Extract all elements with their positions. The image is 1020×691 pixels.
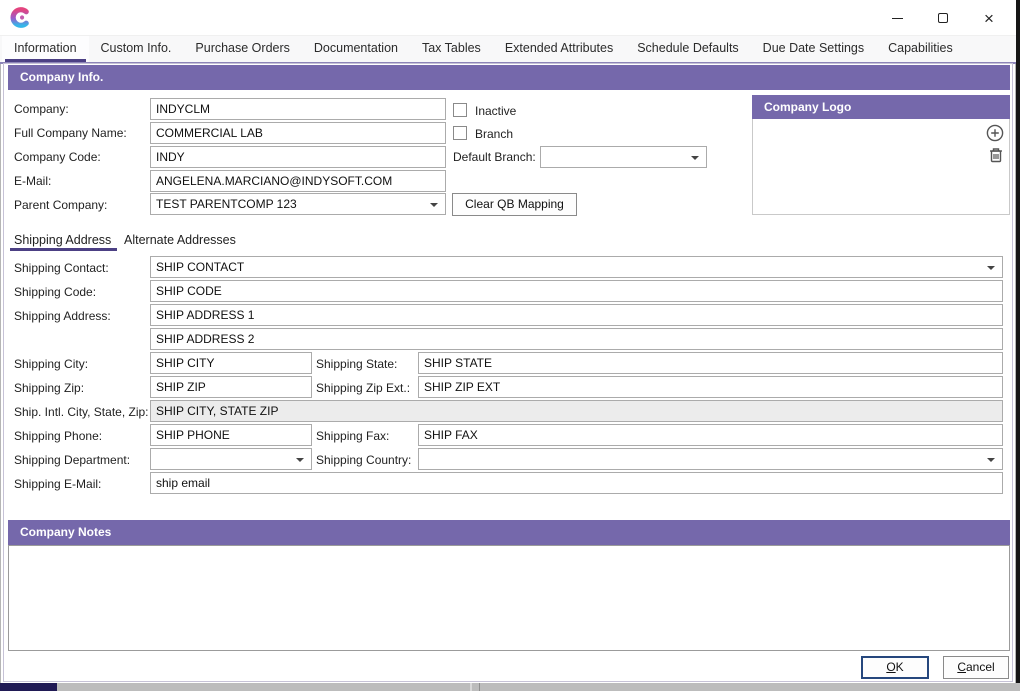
company-label: Company: <box>14 102 69 116</box>
clear-qb-mapping-button[interactable]: Clear QB Mapping <box>452 193 577 216</box>
default-branch-combobox[interactable] <box>540 146 707 168</box>
shipping-city-label: Shipping City: <box>14 357 88 371</box>
full-company-name-input[interactable] <box>150 122 446 144</box>
shipping-zip-ext-label: Shipping Zip Ext.: <box>316 381 410 395</box>
shipping-country-combobox[interactable] <box>418 448 1003 470</box>
taskbar-separator <box>479 683 480 691</box>
tab-schedule-defaults[interactable]: Schedule Defaults <box>625 36 750 62</box>
tab-custom-info[interactable]: Custom Info. <box>89 36 184 62</box>
full-company-name-label: Full Company Name: <box>14 126 127 140</box>
maximize-icon <box>938 13 948 23</box>
ship-intl-label: Ship. Intl. City, State, Zip: <box>14 405 149 419</box>
shipping-address-label: Shipping Address: <box>14 309 111 323</box>
chevron-down-icon <box>296 458 304 462</box>
screen-edge <box>1016 0 1020 683</box>
taskbar-strip[interactable] <box>0 683 1020 691</box>
tab-extended-attributes[interactable]: Extended Attributes <box>493 36 625 62</box>
subtab-underline <box>10 248 117 251</box>
tab-documentation[interactable]: Documentation <box>302 36 410 62</box>
company-logo-header: Company Logo <box>752 95 1010 119</box>
default-branch-label: Default Branch: <box>453 150 536 164</box>
parent-company-value: TEST PARENTCOMP 123 <box>156 197 297 211</box>
taskbar-accent <box>0 683 57 691</box>
shipping-address2-input[interactable] <box>150 328 1003 350</box>
parent-company-label: Parent Company: <box>14 198 107 212</box>
company-info-header: Company Info. <box>8 65 1010 90</box>
shipping-code-label: Shipping Code: <box>14 285 96 299</box>
shipping-department-label: Shipping Department: <box>14 453 130 467</box>
shipping-department-combobox[interactable] <box>150 448 312 470</box>
close-icon: × <box>984 10 994 27</box>
minimize-button[interactable] <box>874 0 920 36</box>
company-logo-panel <box>752 119 1010 215</box>
chevron-down-icon <box>987 266 995 270</box>
tab-purchase-orders[interactable]: Purchase Orders <box>183 36 301 62</box>
company-notes-input[interactable] <box>8 545 1010 651</box>
shipping-address1-input[interactable] <box>150 304 1003 326</box>
email-label: E-Mail: <box>14 174 51 188</box>
shipping-code-input[interactable] <box>150 280 1003 302</box>
shipping-contact-combobox[interactable]: SHIP CONTACT <box>150 256 1003 278</box>
shipping-fax-label: Shipping Fax: <box>316 429 389 443</box>
cancel-rest: ancel <box>966 660 995 674</box>
tab-information[interactable]: Information <box>2 36 89 62</box>
ok-key: O <box>886 660 895 674</box>
shipping-country-label: Shipping Country: <box>316 453 411 467</box>
branch-label: Branch <box>475 127 513 141</box>
tab-tax-tables[interactable]: Tax Tables <box>410 36 493 62</box>
ok-rest: K <box>896 660 904 674</box>
shipping-state-input[interactable] <box>418 352 1003 374</box>
shipping-zip-ext-input[interactable] <box>418 376 1003 398</box>
company-notes-header: Company Notes <box>8 520 1010 545</box>
add-logo-button[interactable] <box>986 124 1004 142</box>
taskbar-separator <box>470 683 472 691</box>
cancel-key: C <box>957 660 966 674</box>
maximize-button[interactable] <box>920 0 966 36</box>
app-logo-icon <box>8 5 33 30</box>
shipping-zip-label: Shipping Zip: <box>14 381 84 395</box>
shipping-phone-input[interactable] <box>150 424 312 446</box>
window-border-left <box>0 36 1 683</box>
company-input[interactable] <box>150 98 446 120</box>
ok-button[interactable]: OK <box>861 656 929 679</box>
inactive-label: Inactive <box>475 104 516 118</box>
shipping-phone-label: Shipping Phone: <box>14 429 102 443</box>
company-code-input[interactable] <box>150 146 446 168</box>
shipping-email-label: Shipping E-Mail: <box>14 477 101 491</box>
shipping-state-label: Shipping State: <box>316 357 397 371</box>
chevron-down-icon <box>987 458 995 462</box>
shipping-email-input[interactable] <box>150 472 1003 494</box>
shipping-contact-value: SHIP CONTACT <box>156 260 244 274</box>
branch-checkbox[interactable] <box>453 126 467 140</box>
titlebar: × <box>0 0 1016 36</box>
chevron-down-icon <box>691 156 699 160</box>
window-controls: × <box>874 0 1012 36</box>
shipping-contact-label: Shipping Contact: <box>14 261 109 275</box>
main-tabstrip: Information Custom Info. Purchase Orders… <box>0 36 1016 62</box>
delete-logo-button[interactable] <box>987 146 1005 164</box>
chevron-down-icon <box>430 203 438 207</box>
shipping-fax-input[interactable] <box>418 424 1003 446</box>
tab-due-date-settings[interactable]: Due Date Settings <box>751 36 876 62</box>
close-button[interactable]: × <box>966 0 1012 36</box>
window-border-right <box>1015 36 1016 683</box>
parent-company-combobox[interactable]: TEST PARENTCOMP 123 <box>150 193 446 215</box>
company-code-label: Company Code: <box>14 150 101 164</box>
shipping-zip-input[interactable] <box>150 376 312 398</box>
company-info-window: × Information Custom Info. Purchase Orde… <box>0 0 1020 691</box>
tab-capabilities[interactable]: Capabilities <box>876 36 965 62</box>
inactive-checkbox[interactable] <box>453 103 467 117</box>
shipping-city-input[interactable] <box>150 352 312 374</box>
cancel-button[interactable]: Cancel <box>943 656 1009 679</box>
tab-alternate-addresses[interactable]: Alternate Addresses <box>124 230 236 252</box>
minimize-icon <box>892 18 903 19</box>
ship-intl-input <box>150 400 1003 422</box>
email-input[interactable] <box>150 170 446 192</box>
